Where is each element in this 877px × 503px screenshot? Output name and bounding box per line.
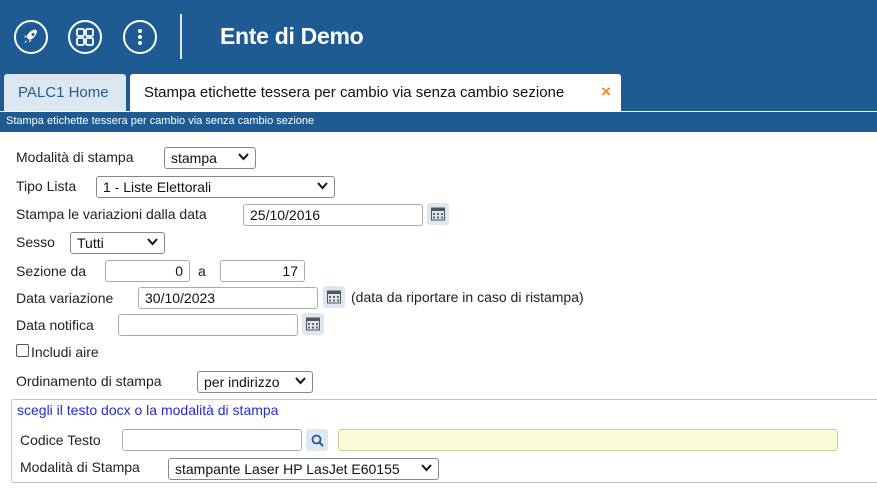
sesso-select-value: Tutti [77,235,104,251]
header-divider [180,14,182,59]
includi-aire-checkbox[interactable] [16,344,29,357]
apps-grid-button[interactable] [68,20,102,54]
calendar-icon [306,317,320,331]
codice-description-field [338,429,838,451]
chevron-down-icon [317,182,328,190]
tipo-lista-label: Tipo Lista [16,178,77,194]
tipo-lista-select-value: 1 - Liste Elettorali [103,179,212,195]
app-title: Ente di Demo [220,23,364,49]
page-subtitle: Stampa etichette tessera per cambio via … [0,112,877,130]
data-notifica-calendar-button[interactable] [302,313,324,335]
data-variazione-calendar-button[interactable] [323,286,345,308]
codice-testo-label: Codice Testo [20,432,101,448]
sezione-from-input[interactable]: 0 [105,260,190,282]
codice-search-button[interactable] [306,429,328,451]
sezione-label: Sezione da [16,263,87,279]
data-notifica-input[interactable] [118,314,298,336]
data-variazione-note: (data da riportare in caso di ristampa) [351,289,584,305]
chevron-down-icon [421,464,432,472]
tipo-lista-select[interactable]: 1 - Liste Elettorali [96,176,335,198]
chevron-down-icon [147,238,158,246]
data-notifica-label: Data notifica [16,317,94,333]
codice-testo-input[interactable] [122,429,302,451]
rocket-icon [24,29,37,44]
more-vertical-icon [138,29,142,45]
calendar-icon [327,290,341,304]
includi-aire-label: Includi aire [31,344,99,360]
data-variazione-label: Data variazione [16,290,114,306]
tab-home[interactable]: PALC1 Home [4,74,126,111]
sesso-select[interactable]: Tutti [70,232,165,254]
variazioni-label: Stampa le variazioni dalla data [16,206,207,222]
modalita-stampa-select-value: stampante Laser HP LasJet E60155 [175,461,400,477]
variazioni-calendar-button[interactable] [427,203,449,225]
ordinamento-label: Ordinamento di stampa [16,373,162,389]
rocket-button[interactable] [14,20,48,54]
chevron-down-icon [295,377,306,385]
sezione-a-label: a [198,263,206,279]
ordinamento-select-value: per indirizzo [204,374,280,390]
more-options-button[interactable] [123,20,157,54]
close-icon[interactable]: × [601,82,611,102]
tab-home-label: PALC1 Home [18,84,109,101]
modalita-select-value: stampa [171,150,217,166]
sezione-to-input[interactable]: 17 [220,260,305,282]
modalita-stampa-label: Modalità di Stampa [20,459,140,475]
chevron-down-icon [238,153,249,161]
variazioni-date-input[interactable]: 25/10/2016 [243,204,423,226]
ordinamento-select[interactable]: per indirizzo [197,371,313,393]
data-variazione-input[interactable]: 30/10/2023 [138,287,318,309]
modalita-stampa-select[interactable]: stampante Laser HP LasJet E60155 [168,458,439,480]
tab-active-label: Stampa etichette tessera per cambio via … [144,84,565,101]
sesso-label: Sesso [16,234,55,250]
calendar-icon [431,207,445,221]
subtitle-divider [0,130,877,132]
search-icon [311,434,324,447]
fieldset-legend: scegli il testo docx o la modalità di st… [17,402,279,418]
grid-icon [76,28,94,46]
tab-stampa-etichette[interactable]: Stampa etichette tessera per cambio via … [130,74,621,111]
modalita-label: Modalità di stampa [16,149,134,165]
modalita-select[interactable]: stampa [164,147,256,169]
